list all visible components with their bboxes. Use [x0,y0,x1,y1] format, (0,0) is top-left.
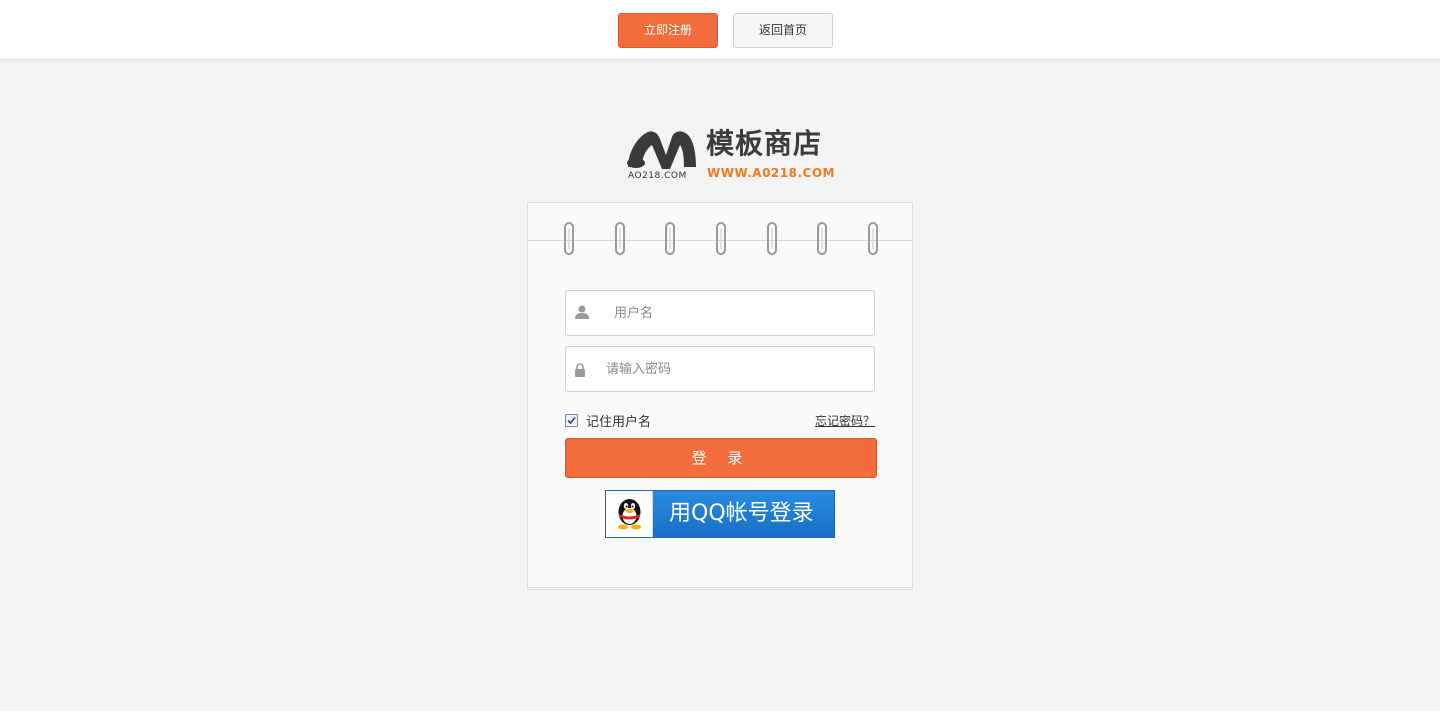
qq-logo-panel [606,491,653,537]
qq-label-panel: 用QQ帐号登录 [653,491,834,537]
site-logo[interactable]: AO218.COM 模板商店 WWW.A0218.COM [626,127,840,183]
register-button[interactable]: 立即注册 [618,13,718,48]
qq-login-button[interactable]: 用QQ帐号登录 [605,490,835,538]
notebook-ring-icon [716,222,726,255]
top-bar: 立即注册 返回首页 [0,0,1440,60]
username-field[interactable] [565,290,875,336]
notebook-ring-icon [868,222,878,255]
login-button[interactable]: 登 录 [565,438,877,478]
qq-penguin-icon [618,499,641,530]
remember-label: 记住用户名 [586,415,652,430]
checkmark-icon [567,416,576,425]
card-shadow-edge [527,588,913,590]
login-card: 记住用户名 忘记密码？ 登 录 用QQ帐号登录 [527,202,913,588]
back-home-button[interactable]: 返回首页 [733,13,833,48]
notebook-ring-icon [767,222,777,255]
notebook-ring-icon [665,222,675,255]
password-input[interactable] [606,347,866,391]
remember-checkbox[interactable] [565,414,578,427]
logo-url: WWW.A0218.COM [707,166,835,180]
notebook-ring-icon [564,222,574,255]
qq-login-label: 用QQ帐号登录 [669,501,814,526]
notebook-ring-icon [615,222,625,255]
user-icon [575,305,589,319]
forgot-password-link[interactable]: 忘记密码？ [815,412,875,429]
logo-brand-name: 模板商店 [706,127,823,160]
password-field[interactable] [565,346,875,392]
lock-icon [575,363,585,377]
username-input[interactable] [614,291,864,335]
notebook-ring-icon [817,222,827,255]
logo-small-text: AO218.COM [628,171,687,181]
